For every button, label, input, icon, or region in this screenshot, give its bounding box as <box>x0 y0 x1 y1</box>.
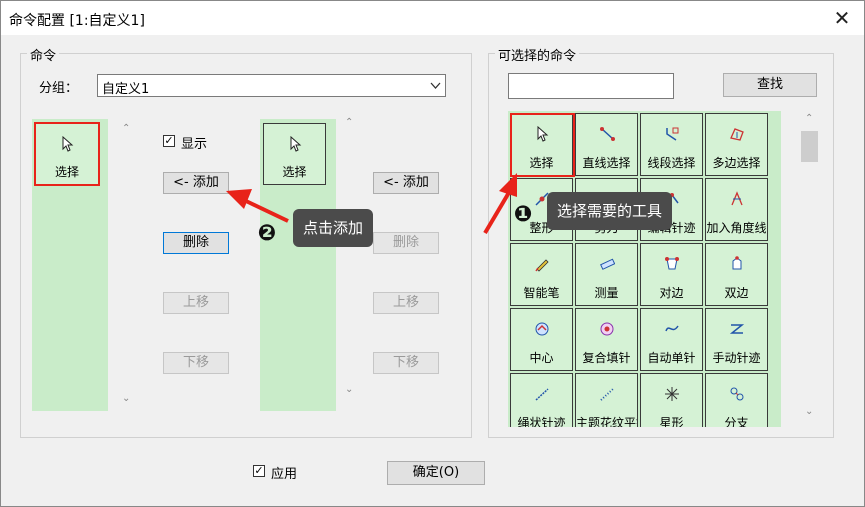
command-cell-label: 多边选择 <box>712 156 761 170</box>
step-2-badge: ❷ <box>257 221 277 246</box>
right-delete-button[interactable]: 删除 <box>373 232 439 254</box>
opposite-edge-icon <box>664 257 679 270</box>
command-cell-label: 加入角度线 <box>706 221 767 235</box>
window-title: 命令配置 [1:自定义1] <box>9 13 145 29</box>
auto-single-stitch-icon <box>664 325 679 332</box>
command-cell-label: 自动单针 <box>647 351 696 365</box>
title-bar: 命令配置 [1:自定义1] ✕ <box>1 1 864 35</box>
current-command-select[interactable]: 选择 <box>34 122 100 186</box>
group-select-value: 自定义1 <box>102 82 150 97</box>
double-edge-icon <box>732 256 741 270</box>
grid-scrollbar-thumb[interactable] <box>801 131 818 162</box>
motif-running-icon <box>599 388 614 401</box>
command-cell[interactable]: 主题花纹平针 <box>575 373 638 427</box>
line-select-icon <box>599 127 615 141</box>
group-select[interactable]: 自定义1 <box>97 74 446 97</box>
polygon-select-icon <box>729 128 744 141</box>
step-1-tooltip: 选择需要的工具 <box>547 192 673 230</box>
cursor-icon <box>62 136 74 152</box>
command-cell-label: 对边 <box>659 286 684 300</box>
group-label: 分组： <box>39 81 79 96</box>
command-cell[interactable]: 多边选择 <box>705 113 768 176</box>
command-cell[interactable]: 测量 <box>575 243 638 306</box>
star-icon <box>664 387 679 401</box>
segment-select-icon <box>665 127 678 141</box>
cursor-icon <box>290 136 301 152</box>
list-scroll-up-icon[interactable]: ⌃ <box>122 123 130 134</box>
apply-label: 应用 <box>271 467 298 482</box>
command-cell[interactable]: 绳状针迹 <box>510 373 573 427</box>
step-1-badge: ❶ <box>513 202 533 227</box>
angle-line-icon <box>730 191 743 206</box>
command-cell[interactable]: 线段选择 <box>640 113 703 176</box>
command-cell-label: 复合填针 <box>582 351 631 365</box>
command-cell[interactable]: 加入角度线 <box>705 178 768 241</box>
search-button[interactable]: 查找 <box>723 73 817 97</box>
command-cell-label: 智能笔 <box>523 286 560 300</box>
annotation-arrow-1 <box>483 173 517 235</box>
command-cell-label: 分支 <box>724 416 749 427</box>
move-down-button[interactable]: 下移 <box>163 352 229 374</box>
secondary-scroll-up-icon[interactable]: ⌃ <box>345 117 353 128</box>
move-up-button[interactable]: 上移 <box>163 292 229 314</box>
ok-button[interactable]: 确定(O) <box>387 461 485 485</box>
current-command-label: 选择 <box>54 165 79 179</box>
command-group-label: 命令 <box>27 45 60 64</box>
grid-scroll-up-icon[interactable]: ⌃ <box>805 113 813 124</box>
search-input[interactable] <box>508 73 674 99</box>
right-move-down-button[interactable]: 下移 <box>373 352 439 374</box>
rope-stitch-icon <box>534 388 549 401</box>
command-cell-label: 主题花纹平针 <box>576 416 637 427</box>
show-label: 显示 <box>181 137 208 152</box>
command-cell[interactable]: 对边 <box>640 243 703 306</box>
center-icon <box>535 322 548 336</box>
command-cell[interactable]: 自动单针 <box>640 308 703 371</box>
selectable-commands-label: 可选择的命令 <box>495 45 580 64</box>
command-cell[interactable]: 中心 <box>510 308 573 371</box>
command-cell-label: 中心 <box>529 351 554 365</box>
measure-icon <box>599 258 615 270</box>
command-cell-label: 双边 <box>724 286 749 300</box>
right-add-button[interactable]: <- 添加 <box>373 172 439 194</box>
command-cell-label: 测量 <box>594 286 619 300</box>
command-cell[interactable]: 双边 <box>705 243 768 306</box>
command-cell-label: 星形 <box>659 416 684 427</box>
command-cell-label: 手动针迹 <box>712 351 761 365</box>
command-cell[interactable]: 手动针迹 <box>705 308 768 371</box>
command-cell[interactable]: 星形 <box>640 373 703 427</box>
close-icon[interactable]: ✕ <box>827 5 857 31</box>
apply-checkbox[interactable]: ✓ <box>253 465 265 477</box>
secondary-scroll-down-icon[interactable]: ⌄ <box>345 384 353 395</box>
command-cell[interactable]: 直线选择 <box>575 113 638 176</box>
manual-stitch-icon <box>729 324 744 334</box>
annotation-arrow-2 <box>226 189 289 223</box>
command-cell[interactable]: 分支 <box>705 373 768 427</box>
command-cell-label: 线段选择 <box>647 156 696 170</box>
command-cell[interactable]: 复合填针 <box>575 308 638 371</box>
chevron-down-icon <box>430 82 441 89</box>
smart-pen-icon <box>534 259 549 272</box>
branch-icon <box>730 387 743 401</box>
secondary-command-label: 选择 <box>282 165 307 179</box>
grid-scroll-down-icon[interactable]: ⌄ <box>805 406 813 417</box>
step-2-tooltip: 点击添加 <box>293 209 374 247</box>
composite-fill-icon <box>600 322 613 336</box>
right-move-up-button[interactable]: 上移 <box>373 292 439 314</box>
delete-button[interactable]: 删除 <box>163 232 229 254</box>
list-scroll-down-icon[interactable]: ⌄ <box>122 393 130 404</box>
command-config-dialog: 命令配置 [1:自定义1] ✕ 命令 分组： 自定义1 选择 ⌃ ⌄ ✓ 显示 … <box>0 0 865 507</box>
secondary-command-select[interactable]: 选择 <box>263 123 326 185</box>
show-checkbox[interactable]: ✓ <box>163 135 175 147</box>
command-cell-label: 直线选择 <box>582 156 631 170</box>
command-cell[interactable]: 智能笔 <box>510 243 573 306</box>
command-cell-label: 绳状针迹 <box>517 416 566 427</box>
